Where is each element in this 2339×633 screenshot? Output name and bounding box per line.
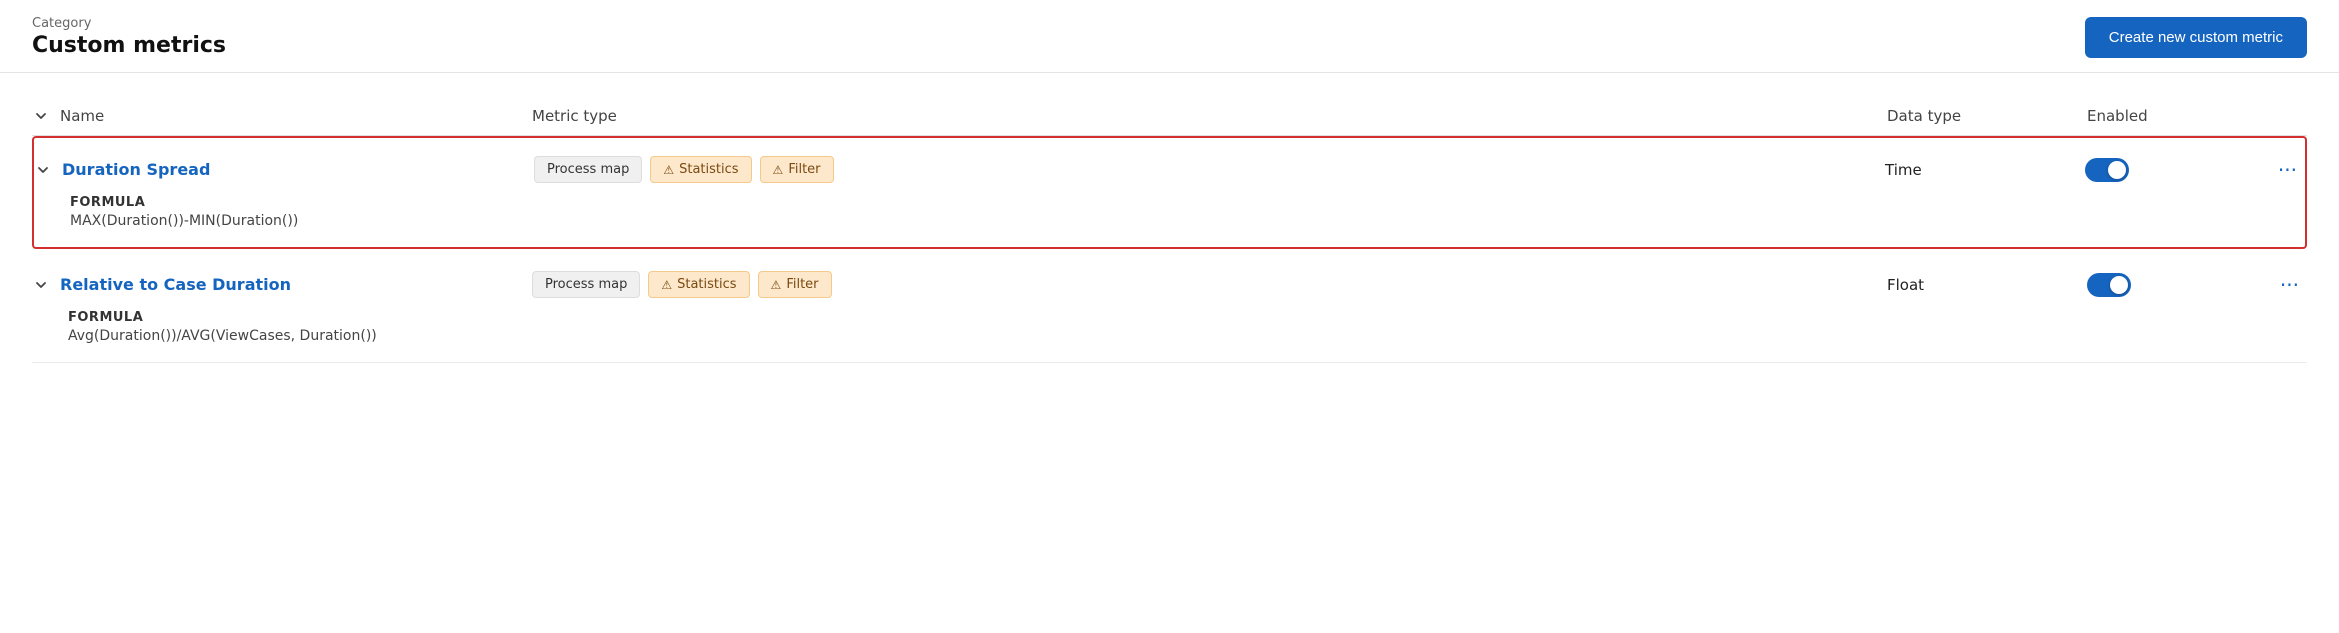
row-detail-relative-to-case-duration: FORMULA Avg(Duration())/AVG(ViewCases, D… bbox=[32, 306, 2307, 362]
col-name-label: Name bbox=[60, 107, 104, 125]
row-main-relative-to-case-duration: Relative to Case Duration Process map ⚠ … bbox=[32, 253, 2307, 306]
badge-filter-0: ⚠ Filter bbox=[760, 156, 834, 183]
metric-type-cell-duration-spread: Process map ⚠ Statistics ⚠ Filter bbox=[534, 156, 1885, 183]
data-type-duration-spread: Time bbox=[1885, 161, 2085, 179]
chevron-down-icon[interactable] bbox=[34, 161, 52, 179]
row-main-duration-spread: Duration Spread Process map ⚠ Statistics… bbox=[34, 138, 2305, 191]
enabled-cell-duration-spread bbox=[2085, 158, 2245, 182]
badge-label: Filter bbox=[788, 162, 820, 177]
category-label: Category bbox=[32, 16, 226, 31]
warning-icon: ⚠ bbox=[771, 278, 782, 292]
col-data-type-label: Data type bbox=[1887, 107, 2087, 125]
page-title: Custom metrics bbox=[32, 33, 226, 58]
badge-label: Filter bbox=[786, 277, 818, 292]
formula-value-1: Avg(Duration())/AVG(ViewCases, Duration(… bbox=[68, 328, 2307, 344]
badge-statistics-0: ⚠ Statistics bbox=[650, 156, 751, 183]
create-custom-metric-button[interactable]: Create new custom metric bbox=[2085, 17, 2307, 58]
badge-label: Statistics bbox=[679, 162, 738, 177]
more-options-relative-to-case-duration[interactable]: ··· bbox=[2247, 273, 2307, 297]
metric-name-duration-spread[interactable]: Duration Spread bbox=[62, 160, 210, 179]
warning-icon: ⚠ bbox=[661, 278, 672, 292]
formula-value-0: MAX(Duration())-MIN(Duration()) bbox=[70, 213, 2305, 229]
data-type-relative-to-case-duration: Float bbox=[1887, 276, 2087, 294]
table-header: Name Metric type Data type Enabled bbox=[32, 97, 2307, 136]
formula-label-0: FORMULA bbox=[70, 195, 2305, 210]
expand-all-icon[interactable] bbox=[32, 107, 50, 125]
col-metric-type-label: Metric type bbox=[532, 107, 1887, 125]
toggle-relative-to-case-duration[interactable] bbox=[2087, 273, 2131, 297]
table-col-name: Name bbox=[32, 107, 532, 125]
warning-icon: ⚠ bbox=[663, 163, 674, 177]
page-header: Category Custom metrics Create new custo… bbox=[0, 0, 2339, 73]
badge-label: Process map bbox=[547, 162, 629, 177]
warning-icon: ⚠ bbox=[773, 163, 784, 177]
table-row: Relative to Case Duration Process map ⚠ … bbox=[32, 253, 2307, 363]
metric-type-cell-relative-to-case-duration: Process map ⚠ Statistics ⚠ Filter bbox=[532, 271, 1887, 298]
badge-label: Statistics bbox=[677, 277, 736, 292]
badge-process-map-0: Process map bbox=[534, 156, 642, 183]
enabled-cell-relative-to-case-duration bbox=[2087, 273, 2247, 297]
badge-filter-1: ⚠ Filter bbox=[758, 271, 832, 298]
chevron-down-icon[interactable] bbox=[32, 276, 50, 294]
formula-label-1: FORMULA bbox=[68, 310, 2307, 325]
row-detail-duration-spread: FORMULA MAX(Duration())-MIN(Duration()) bbox=[34, 191, 2305, 247]
badge-label: Process map bbox=[545, 277, 627, 292]
name-cell-duration-spread: Duration Spread bbox=[34, 160, 534, 179]
table-row: Duration Spread Process map ⚠ Statistics… bbox=[32, 136, 2307, 249]
more-options-duration-spread[interactable]: ··· bbox=[2245, 158, 2305, 182]
toggle-duration-spread[interactable] bbox=[2085, 158, 2129, 182]
col-enabled-label: Enabled bbox=[2087, 107, 2247, 125]
badge-process-map-1: Process map bbox=[532, 271, 640, 298]
badge-statistics-1: ⚠ Statistics bbox=[648, 271, 749, 298]
header-left: Category Custom metrics bbox=[32, 16, 226, 58]
name-cell-relative-to-case-duration: Relative to Case Duration bbox=[32, 275, 532, 294]
metric-name-relative-to-case-duration[interactable]: Relative to Case Duration bbox=[60, 275, 291, 294]
metrics-table: Name Metric type Data type Enabled Durat… bbox=[0, 73, 2339, 387]
